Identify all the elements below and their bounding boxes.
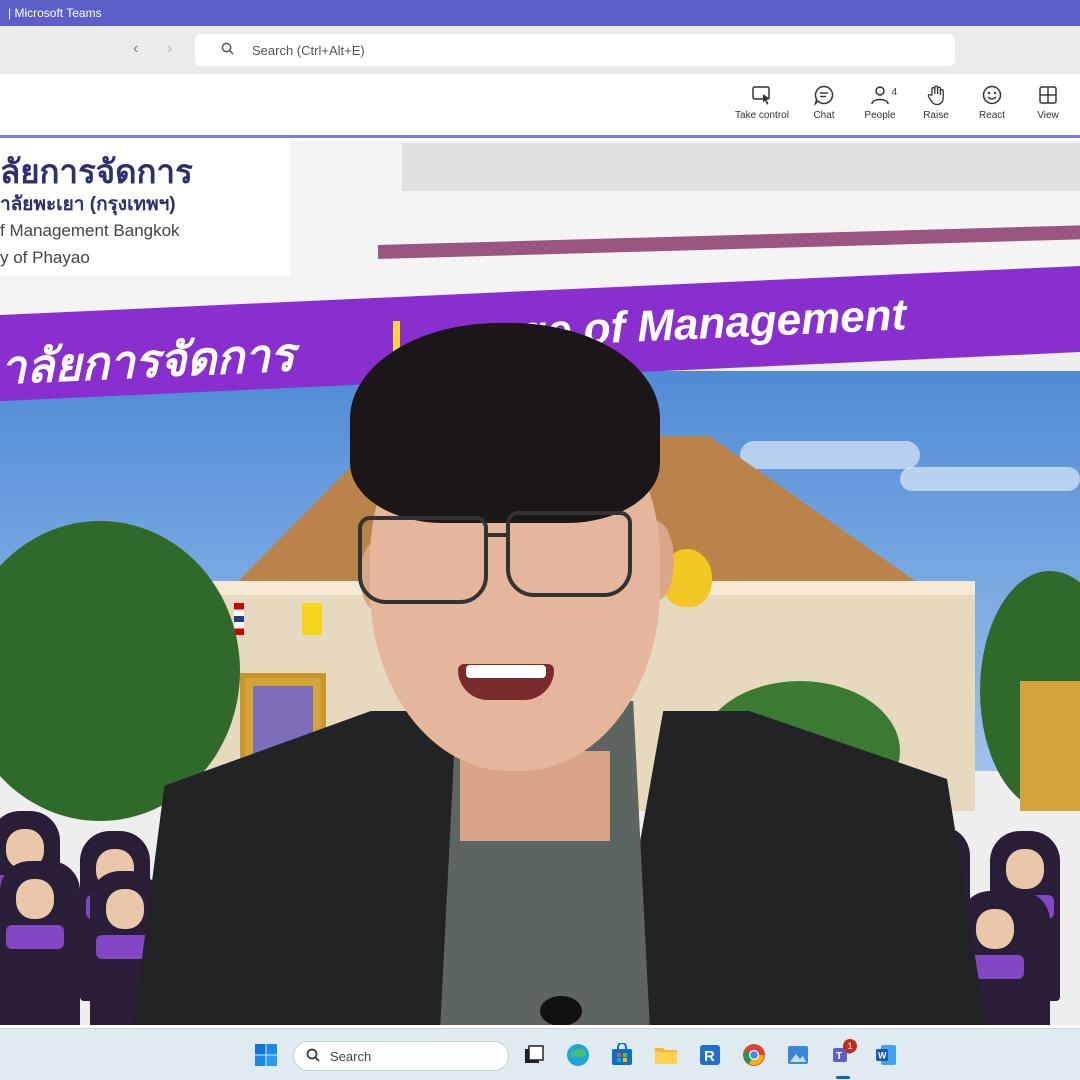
view-button[interactable]: View (1016, 84, 1080, 121)
lapel-microphone (540, 996, 582, 1025)
yellow-flag (302, 603, 322, 635)
react-label: React (978, 110, 1006, 121)
people-button[interactable]: 4 People (848, 84, 912, 121)
people-count: 4 (891, 87, 897, 98)
presenter-glasses (358, 516, 488, 604)
view-label: View (1037, 110, 1059, 121)
react-button[interactable]: React (960, 84, 1024, 121)
video-feed: ลัยการจัดการ าลัยพะเยา (กรุงเทพฯ) f Mana… (0, 141, 1080, 1025)
cloud (900, 467, 1080, 491)
cloud (740, 441, 920, 469)
people-label: People (864, 110, 896, 121)
decorative-block (402, 143, 1080, 191)
windows-taskbar: Search R T 1 W (0, 1028, 1080, 1080)
nav-bar: ‹ › Search (Ctrl+Alt+E) (0, 26, 1080, 74)
logo-subtitle-english: y of Phayao (0, 248, 90, 267)
word-icon[interactable]: W (874, 1043, 898, 1067)
raise-label: Raise (923, 110, 949, 121)
view-icon (1039, 86, 1057, 104)
chrome-icon[interactable] (742, 1043, 766, 1067)
forward-button[interactable]: › (167, 40, 172, 58)
back-button[interactable]: ‹ (133, 40, 138, 58)
search-icon (306, 1048, 320, 1065)
edge-icon[interactable] (566, 1043, 590, 1067)
chat-icon (814, 85, 834, 106)
take-control-label: Take control (735, 110, 789, 121)
royal-portrait (1020, 681, 1080, 811)
college-logo-text: ลัยการจัดการ าลัยพะเยา (กรุงเทพฯ) f Mana… (0, 141, 290, 276)
thai-flag (234, 603, 244, 635)
taskbar-search[interactable]: Search (293, 1041, 509, 1071)
presenter-glasses-bridge (486, 533, 508, 537)
svg-text:T: T (836, 1051, 842, 1062)
people-icon (871, 86, 889, 105)
file-explorer-icon[interactable] (654, 1043, 678, 1067)
reader-icon[interactable]: R (698, 1043, 722, 1067)
active-app-indicator (836, 1076, 850, 1079)
presenter-teeth (466, 665, 546, 678)
title-bar: | Microsoft Teams (0, 0, 1080, 26)
task-view-icon[interactable] (522, 1043, 546, 1067)
logo-title-english: f Management Bangkok (0, 221, 180, 240)
meeting-toolbar: Take control Chat 4 People Raise React V… (0, 74, 1080, 138)
store-icon[interactable] (610, 1042, 634, 1067)
search-input[interactable]: Search (Ctrl+Alt+E) (195, 34, 955, 66)
svg-text:W: W (878, 1051, 887, 1061)
take-control-icon (752, 86, 770, 105)
chat-label: Chat (813, 110, 835, 121)
banner-title-thai: าลัยการจัดการ (0, 328, 296, 394)
search-icon (221, 42, 234, 58)
teams-notification-badge: 1 (843, 1039, 857, 1053)
taskbar-search-label: Search (330, 1048, 372, 1064)
react-icon (982, 85, 1002, 105)
window-title: | Microsoft Teams (8, 6, 102, 20)
presenter-hair (350, 323, 660, 523)
logo-subtitle-thai: าลัยพะเยา (กรุงเทพฯ) (0, 194, 176, 215)
search-placeholder: Search (Ctrl+Alt+E) (252, 42, 365, 58)
photos-icon[interactable] (786, 1043, 810, 1067)
presenter-glasses (506, 511, 632, 597)
graduate (0, 861, 80, 1025)
raise-hand-icon (927, 85, 944, 106)
svg-text:R: R (704, 1048, 715, 1065)
chat-button[interactable]: Chat (792, 84, 856, 121)
windows-start-icon[interactable] (254, 1043, 278, 1067)
raise-hand-button[interactable]: Raise (904, 84, 968, 121)
take-control-button[interactable]: Take control (730, 84, 794, 121)
